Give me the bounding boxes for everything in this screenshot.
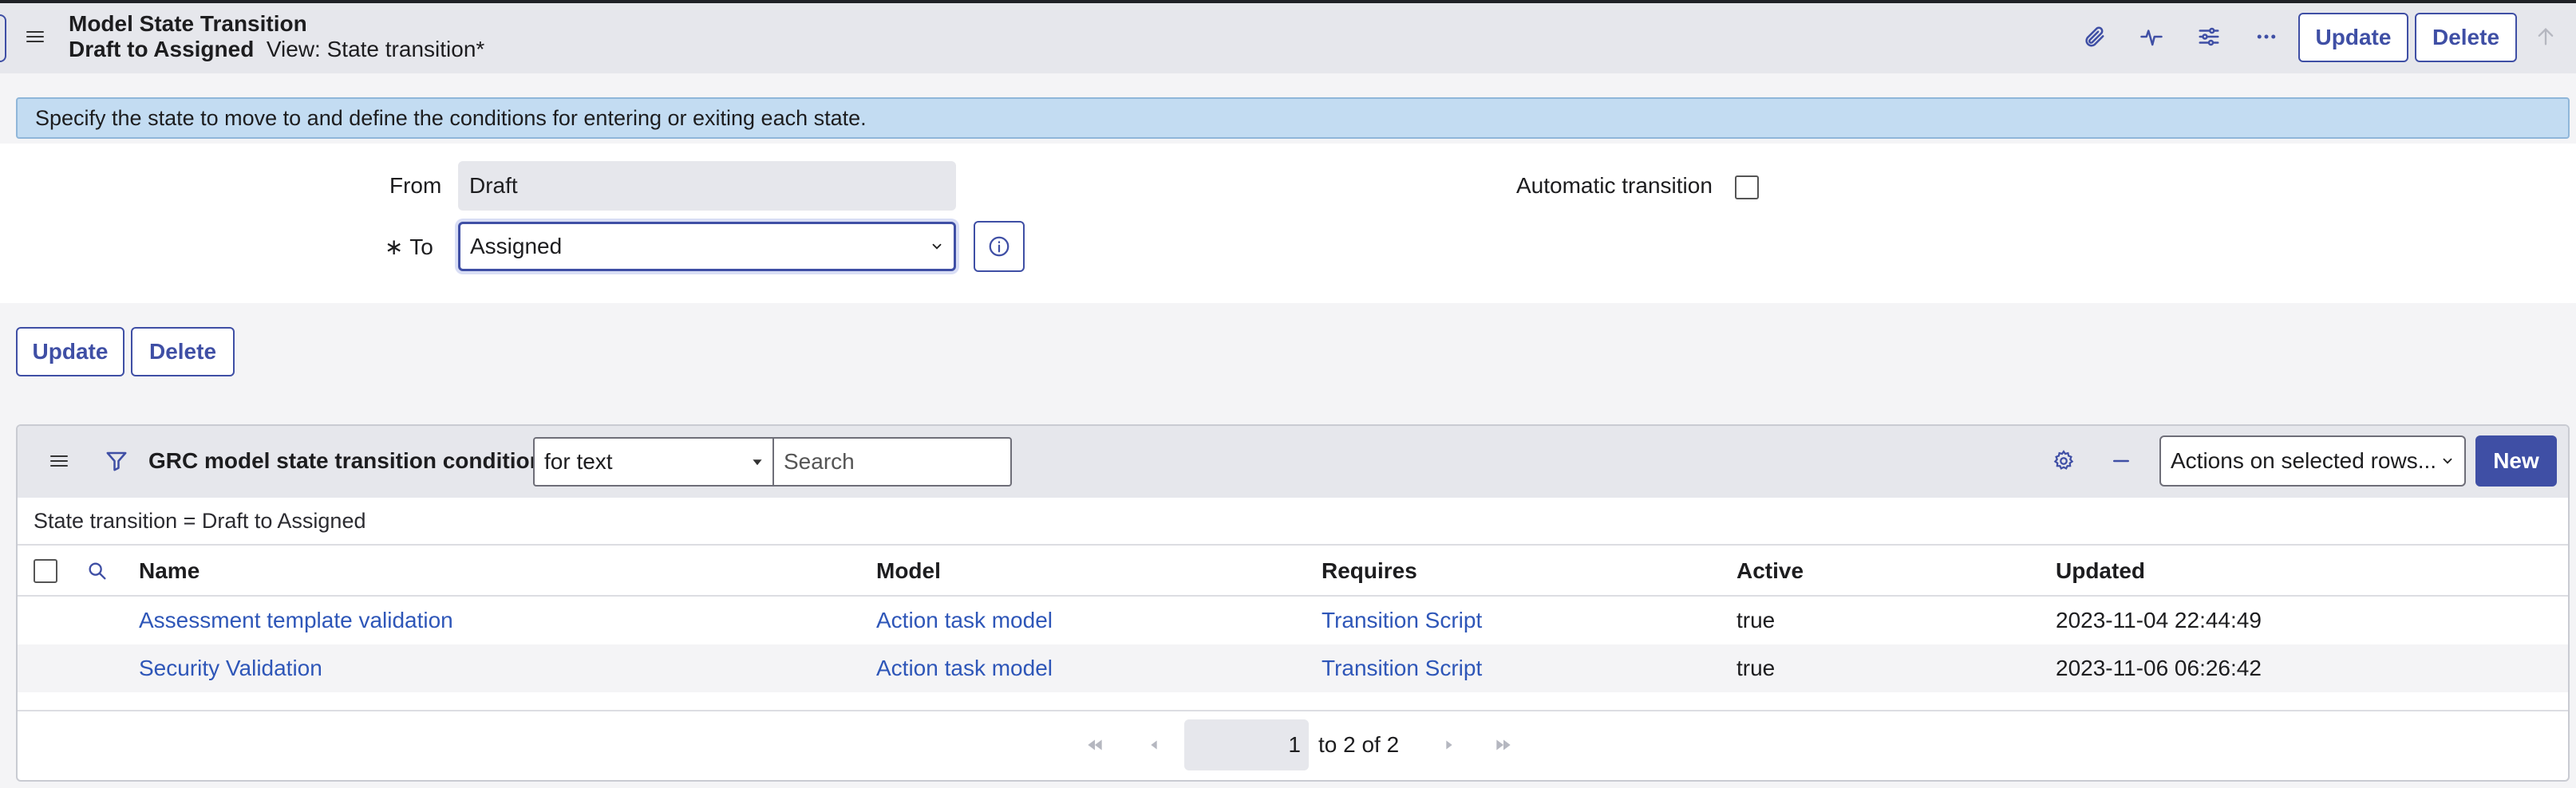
more-options-button[interactable] — [2247, 18, 2286, 56]
page-title: Model State Transition — [69, 11, 307, 36]
new-record-button[interactable]: New — [2475, 435, 2557, 487]
more-icon — [2257, 34, 2276, 39]
caret-down-icon — [753, 459, 762, 466]
paperclip-icon — [2085, 26, 2104, 47]
column-header-active[interactable]: Active — [1736, 558, 1804, 584]
delete-button[interactable]: Delete — [131, 327, 235, 376]
to-value: Assigned — [470, 234, 563, 258]
reference-info-button[interactable] — [974, 221, 1025, 272]
from-field: Draft — [458, 161, 956, 211]
activity-button[interactable] — [2132, 18, 2171, 56]
list-settings-button[interactable] — [2045, 442, 2083, 480]
menu-icon — [50, 455, 68, 467]
row-requires-link[interactable]: Transition Script — [1322, 656, 1482, 681]
update-button[interactable]: Update — [16, 327, 124, 376]
row-active: true — [1736, 656, 1776, 680]
related-list-title: GRC model state transition conditions — [148, 448, 556, 473]
filter-icon — [106, 451, 127, 471]
gear-icon — [2053, 450, 2074, 470]
first-page-icon — [1088, 739, 1102, 751]
personalize-form-button[interactable] — [2190, 18, 2228, 56]
list-menu-button[interactable] — [40, 442, 78, 480]
page-number-input[interactable]: 1 — [1184, 719, 1309, 770]
attachment-button[interactable] — [2075, 18, 2113, 56]
actions-on-selected-rows-select[interactable]: Actions on selected rows... — [2159, 435, 2466, 487]
list-search-input[interactable]: Search — [772, 437, 1012, 487]
record-subtitle: Draft to Assigned View: State transition… — [69, 37, 484, 62]
required-icon: ∗ — [385, 234, 404, 259]
info-banner-text: Specify the state to move to and define … — [35, 105, 867, 130]
scroll-up-icon — [2538, 28, 2554, 45]
chevron-down-icon — [932, 243, 942, 250]
row-model-link[interactable]: Action task model — [876, 656, 1053, 681]
row-requires-link[interactable]: Transition Script — [1322, 608, 1482, 633]
info-icon — [989, 236, 1009, 257]
info-banner: Specify the state to move to and define … — [16, 97, 2570, 139]
to-label-group: ∗ To — [385, 234, 433, 260]
column-header-requires[interactable]: Requires — [1322, 558, 1417, 584]
column-header-model[interactable]: Model — [876, 558, 941, 584]
chevron-down-icon — [2443, 458, 2452, 464]
divider — [18, 544, 2568, 546]
row-name-link[interactable]: Security Validation — [139, 656, 322, 681]
search-field-select[interactable]: for text — [533, 437, 774, 487]
header-update-button[interactable]: Update — [2298, 13, 2408, 62]
from-label: From — [389, 173, 442, 198]
next-page-icon — [1446, 740, 1452, 750]
activity-icon — [2140, 30, 2163, 46]
column-header-updated[interactable]: Updated — [2056, 558, 2145, 584]
form-body — [0, 144, 2576, 303]
related-list: GRC model state transition conditions fo… — [16, 424, 2570, 782]
sliders-icon — [2199, 27, 2219, 46]
search-icon — [89, 562, 106, 580]
select-all-checkbox[interactable] — [34, 559, 57, 583]
column-search-button[interactable] — [78, 552, 117, 590]
row-name-link[interactable]: Assessment template validation — [139, 608, 453, 633]
menu-icon — [26, 31, 44, 42]
minimize-icon — [2113, 459, 2129, 463]
last-page-button[interactable] — [1488, 729, 1519, 761]
actions-value: Actions on selected rows... — [2171, 448, 2437, 473]
to-label: To — [409, 234, 433, 259]
automatic-transition-checkbox[interactable] — [1735, 175, 1759, 199]
previous-page-button[interactable] — [1138, 729, 1170, 761]
form-menu-button[interactable] — [16, 18, 54, 56]
next-page-button[interactable] — [1433, 729, 1465, 761]
back-button[interactable] — [0, 14, 6, 62]
page-range-text: to 2 of 2 — [1318, 732, 1400, 757]
last-page-icon — [1496, 739, 1511, 751]
column-header-name[interactable]: Name — [139, 558, 200, 584]
search-field-value: for text — [544, 449, 613, 474]
row-active: true — [1736, 608, 1776, 632]
current-page: 1 — [1288, 732, 1301, 757]
row-updated: 2023-11-04 22:44:49 — [2056, 608, 2262, 632]
list-filter-button[interactable] — [97, 442, 136, 480]
first-page-button[interactable] — [1079, 729, 1111, 761]
list-breadcrumb[interactable]: State transition = Draft to Assigned — [34, 509, 365, 534]
from-value: Draft — [469, 173, 518, 198]
header-delete-button[interactable]: Delete — [2415, 13, 2517, 62]
scroll-up-button[interactable] — [2527, 18, 2565, 56]
collapse-list-button[interactable] — [2102, 442, 2140, 480]
list-search-placeholder: Search — [784, 449, 855, 474]
to-select[interactable]: Assigned — [458, 222, 956, 271]
prev-page-icon — [1151, 740, 1157, 750]
divider — [18, 710, 2568, 711]
record-name: Draft to Assigned — [69, 37, 255, 61]
automatic-transition-label: Automatic transition — [1516, 173, 1713, 198]
view-label: View: State transition* — [266, 37, 485, 61]
row-updated: 2023-11-06 06:26:42 — [2056, 656, 2262, 680]
row-model-link[interactable]: Action task model — [876, 608, 1053, 633]
